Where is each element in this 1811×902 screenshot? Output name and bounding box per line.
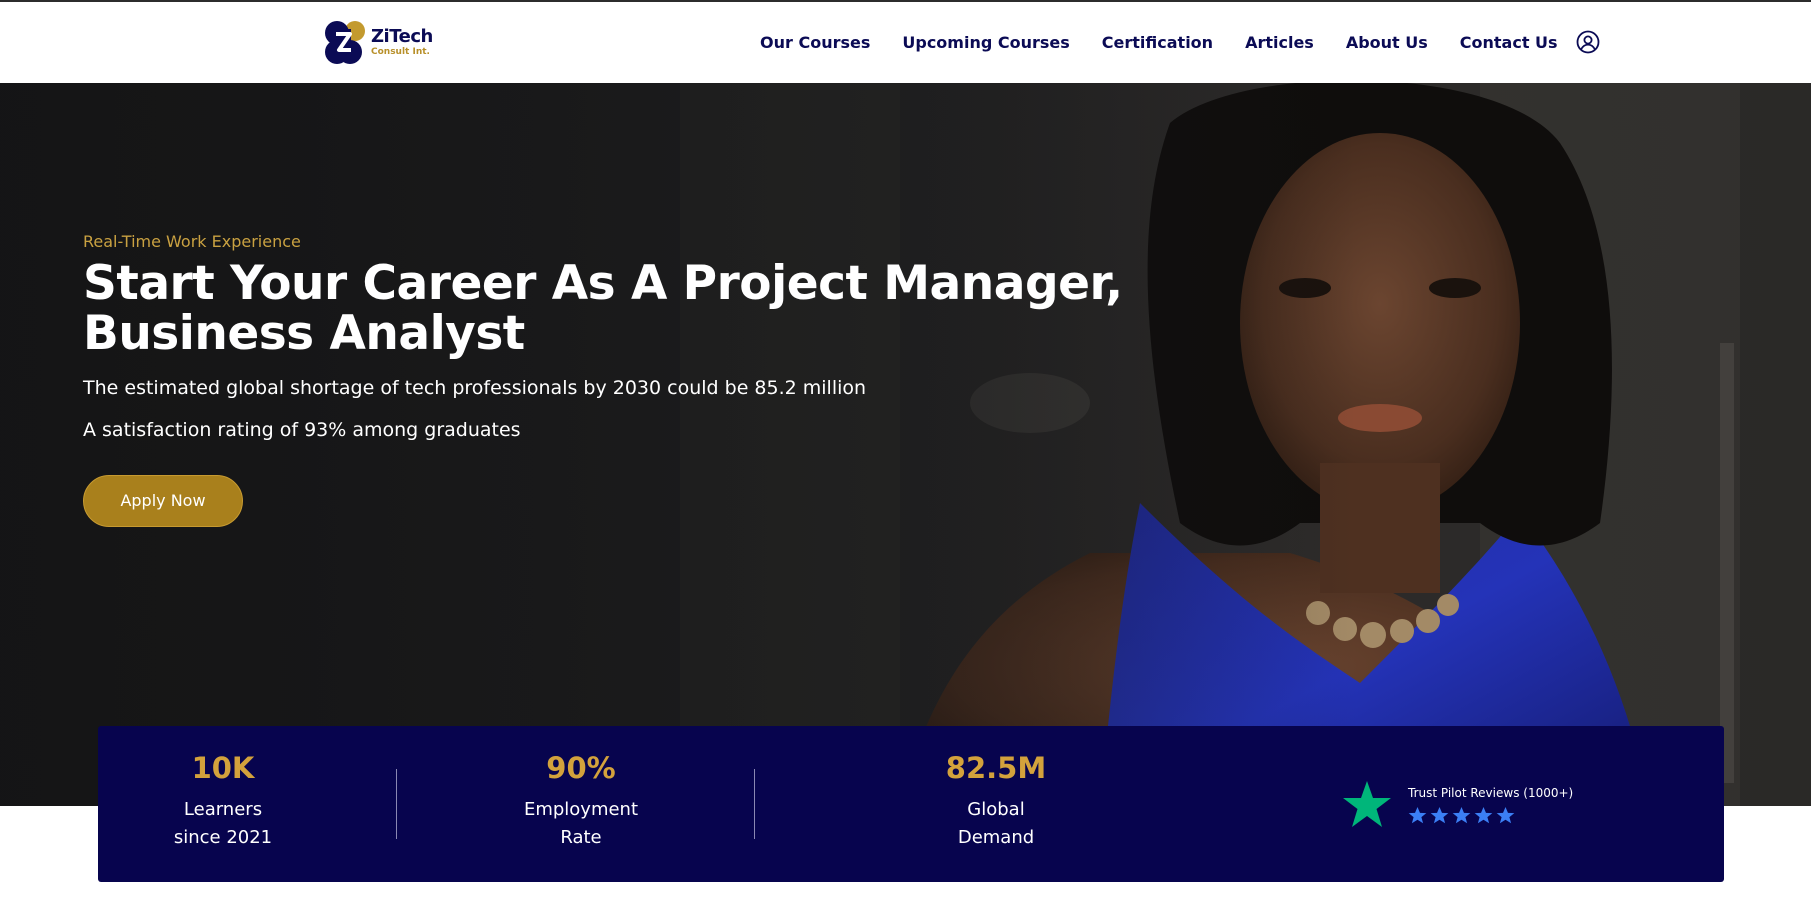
stat-divider — [754, 769, 755, 839]
stat-learners: 10K Learners since 2021 — [123, 752, 323, 852]
stat-value: 82.5M — [945, 751, 1047, 785]
stat-divider — [396, 769, 397, 839]
logo-mark-icon — [325, 21, 365, 64]
brand-name: ZiTech — [371, 25, 433, 47]
stat-label: Employment Rate — [481, 796, 681, 852]
nav-contact-us[interactable]: Contact Us — [1460, 33, 1558, 52]
nav-upcoming-courses[interactable]: Upcoming Courses — [902, 33, 1069, 52]
logo-text: ZiTech Consult Int. — [371, 25, 433, 57]
site-header: ZiTech Consult Int. Our Courses Upcoming… — [0, 2, 1811, 83]
stat-label-line: Learners — [183, 799, 263, 820]
hero-eyebrow: Real-Time Work Experience — [83, 232, 301, 251]
stat-demand: 82.5M Global Demand — [896, 752, 1096, 852]
trustpilot-star-icon — [1343, 781, 1391, 827]
stats-bar: 10K Learners since 2021 90% Employment R… — [98, 726, 1724, 882]
main-nav: Our Courses Upcoming Courses Certificati… — [760, 30, 1600, 54]
stat-label-line: Rate — [560, 827, 602, 848]
trustpilot-badge[interactable]: Trust Pilot Reviews (1000+) — [1342, 780, 1573, 830]
stat-label-line: since 2021 — [173, 827, 273, 848]
trustpilot-text: Trust Pilot Reviews (1000+) — [1408, 786, 1573, 825]
hero-stat-line-1: The estimated global shortage of tech pr… — [83, 377, 867, 399]
hero-content: Real-Time Work Experience Start Your Car… — [83, 232, 1283, 527]
nav-about-us[interactable]: About Us — [1346, 33, 1428, 52]
trustpilot-label: Trust Pilot Reviews (1000+) — [1408, 786, 1574, 800]
hero-section: Real-Time Work Experience Start Your Car… — [0, 83, 1811, 806]
stat-label-line: Demand — [957, 827, 1035, 848]
stat-value: 90% — [546, 751, 616, 785]
stat-label-line: Global — [967, 799, 1025, 820]
stat-employment: 90% Employment Rate — [481, 752, 681, 852]
nav-certification[interactable]: Certification — [1102, 33, 1213, 52]
star-icon — [1496, 806, 1515, 824]
stat-value: 10K — [191, 751, 255, 785]
stat-label: Learners since 2021 — [123, 796, 323, 852]
star-icon — [1430, 806, 1449, 824]
page: ZiTech Consult Int. Our Courses Upcoming… — [0, 0, 1811, 902]
stat-label: Global Demand — [896, 796, 1096, 852]
stat-label-line: Employment — [523, 799, 639, 820]
brand-logo[interactable]: ZiTech Consult Int. — [323, 19, 433, 65]
rating-stars — [1408, 806, 1573, 825]
nav-our-courses[interactable]: Our Courses — [760, 33, 870, 52]
user-circle-icon[interactable] — [1576, 30, 1600, 54]
star-icon — [1474, 806, 1493, 824]
apply-now-button[interactable]: Apply Now — [83, 475, 243, 527]
brand-subtitle: Consult Int. — [371, 46, 430, 57]
star-icon — [1452, 806, 1471, 824]
hero-stat-line-2: A satisfaction rating of 93% among gradu… — [83, 419, 521, 441]
hero-title: Start Your Career As A Project Manager, … — [83, 256, 1123, 361]
nav-articles[interactable]: Articles — [1245, 33, 1314, 52]
star-icon — [1408, 806, 1427, 824]
